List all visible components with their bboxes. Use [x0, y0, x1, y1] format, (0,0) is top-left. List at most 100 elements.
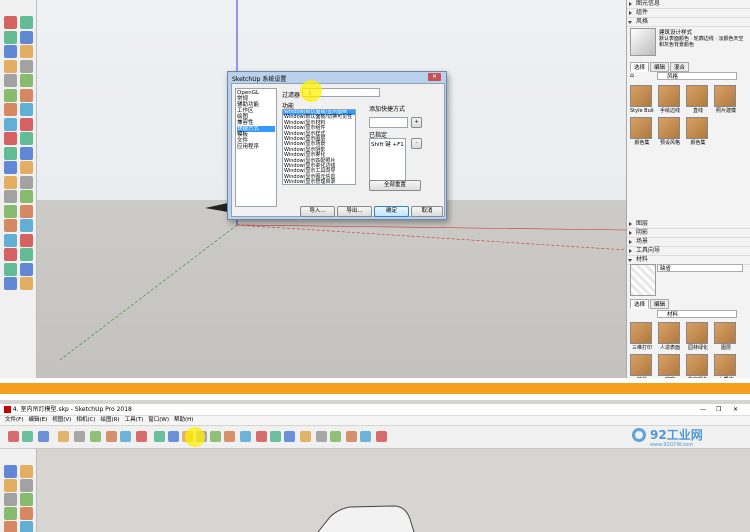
tool-icon[interactable]	[4, 74, 17, 87]
tray-row[interactable]: 阴影	[627, 229, 750, 238]
tray-row-components[interactable]: 组件	[627, 9, 750, 18]
export-button[interactable]: 导出...	[337, 206, 372, 217]
mat-tab-select[interactable]: 选择	[630, 299, 650, 309]
material-dropdown[interactable]: 材料	[657, 310, 737, 318]
tool-icon[interactable]	[20, 45, 33, 58]
tool-icon[interactable]	[20, 248, 33, 261]
tool-icon[interactable]	[4, 59, 17, 73]
grid-item[interactable]: Style Builder 竞赛获胜者	[630, 85, 654, 114]
tool-icon[interactable]	[4, 45, 17, 58]
tool-icon[interactable]	[4, 132, 17, 145]
grid-item[interactable]: 木质纹	[714, 354, 738, 378]
grid-item[interactable]: 园林绿化	[686, 322, 710, 351]
tray-row[interactable]: 场景	[627, 238, 750, 247]
tool-icon[interactable]	[20, 233, 33, 247]
cancel-button[interactable]: 取消	[411, 206, 443, 217]
home-icon[interactable]: ⌂	[630, 72, 634, 79]
tool-icon[interactable]	[20, 117, 33, 131]
tool-icon[interactable]	[4, 262, 17, 276]
ok-button[interactable]: 确定	[374, 206, 409, 217]
toolbar-icon[interactable]	[106, 431, 117, 442]
reset-all-button[interactable]: 全部重置	[369, 180, 421, 191]
toolbar-icon[interactable]	[256, 431, 267, 442]
function-item[interactable]: Window/显示管理目录	[283, 179, 355, 184]
tool-icon[interactable]	[20, 190, 33, 203]
menu-item[interactable]: 工具(T)	[125, 417, 144, 423]
tab-mix[interactable]: 混合	[670, 62, 690, 72]
toolbar-icon[interactable]	[58, 431, 69, 442]
menu-item[interactable]: 帮助(H)	[174, 417, 193, 423]
tool-icon[interactable]	[4, 103, 17, 116]
tool-icon[interactable]	[20, 204, 33, 218]
material-grid[interactable]: 三维打印 人造表面 园林绿化 图层地毯窗帘指定颜色木质纹	[630, 322, 748, 378]
grid-item[interactable]: 直线	[686, 85, 710, 114]
toolbar-icon[interactable]	[224, 431, 235, 442]
close-icon[interactable]: ✕	[733, 404, 738, 415]
menu-item[interactable]: 文件(F)	[5, 417, 23, 423]
toolbar-icon[interactable]	[154, 431, 165, 442]
menu-item[interactable]: 相机(C)	[76, 417, 95, 423]
tool-icon[interactable]	[20, 219, 33, 232]
tool-icon[interactable]	[20, 175, 33, 189]
toolbar-icon[interactable]	[270, 431, 281, 442]
toolbar-icon[interactable]	[346, 431, 357, 442]
grid-item[interactable]: 照片建模	[714, 85, 738, 114]
tool-icon[interactable]	[20, 74, 33, 87]
tool-icon[interactable]	[4, 219, 17, 232]
add-shortcut-button[interactable]: +	[411, 117, 422, 128]
toolbar-icon[interactable]	[210, 431, 221, 442]
tool-icon[interactable]	[20, 103, 33, 116]
toolbar-icon[interactable]	[90, 431, 101, 442]
grid-item[interactable]: 三维打印	[630, 322, 654, 351]
category-list[interactable]: OpenGL 常规 辅助功能 工作区 绘图 兼容性 快捷方式 模板 文件 应用程序	[235, 88, 277, 207]
grid-item[interactable]: 窗帘	[658, 354, 682, 378]
toolbar-icon[interactable]	[300, 431, 311, 442]
grid-item[interactable]: 颜色集	[630, 117, 654, 146]
tool-icon[interactable]	[20, 88, 33, 102]
tray-row[interactable]: 图层	[627, 220, 750, 229]
function-list[interactable]: Window/默认面板/显示面板 Window/默认面板/切换可见性 Window/…	[282, 109, 356, 185]
tool-icon[interactable]	[4, 88, 17, 102]
tool-icon[interactable]	[20, 59, 33, 73]
toolbar-icon[interactable]	[316, 431, 327, 442]
toolbar-icon[interactable]	[376, 431, 387, 442]
tool-icon[interactable]	[20, 262, 33, 276]
grid-item[interactable]: 地毯	[630, 354, 654, 378]
grid-item[interactable]: 手绘边线	[658, 85, 682, 114]
tool-icon[interactable]	[4, 277, 17, 290]
toolbar-icon[interactable]	[8, 431, 19, 442]
material-name-input[interactable]: 缺省	[657, 264, 743, 272]
style-grid[interactable]: Style Builder 竞赛获胜者手绘边线 直线 照片建模颜色集 预设风格 颜色集	[630, 85, 748, 149]
tab-edit[interactable]: 编辑	[650, 62, 670, 72]
style-tabs[interactable]: 选择 编辑 混合	[630, 62, 690, 72]
minimize-icon[interactable]: —	[700, 404, 706, 415]
style-dropdown[interactable]: 风格	[657, 72, 737, 80]
mat-tab-edit[interactable]: 编辑	[650, 299, 670, 309]
grid-item[interactable]: 预设风格	[658, 117, 682, 146]
import-button[interactable]: 导入...	[300, 206, 335, 217]
tool-icon[interactable]	[4, 190, 17, 203]
menu-item[interactable]: 绘图(R)	[100, 417, 119, 423]
toolbar-icon[interactable]	[22, 431, 33, 442]
tray-row[interactable]: 工具向导	[627, 247, 750, 256]
toolbar-icon[interactable]	[240, 431, 251, 442]
tool-icon[interactable]	[4, 204, 17, 218]
maximize-icon[interactable]: ❐	[716, 404, 721, 415]
add-shortcut-input[interactable]	[369, 117, 408, 128]
material-tabs[interactable]: 选择 编辑	[630, 299, 670, 309]
tab-select[interactable]: 选择	[630, 62, 650, 72]
tool-icon[interactable]	[4, 16, 17, 29]
toolbar-icon[interactable]	[284, 431, 295, 442]
toolbar-icon[interactable]	[136, 431, 147, 442]
toolbar-icon[interactable]	[330, 431, 341, 442]
assigned-list[interactable]: Shift 键 +F1	[369, 138, 406, 182]
menu-item[interactable]: 编辑(E)	[28, 417, 47, 423]
tool-icon[interactable]	[20, 30, 33, 44]
menu-item[interactable]: 视图(V)	[52, 417, 71, 423]
tray-row-entity-info[interactable]: 图元信息	[627, 0, 750, 9]
remove-shortcut-button[interactable]: -	[411, 138, 422, 149]
toolbar-icon[interactable]	[168, 431, 179, 442]
tool-icon[interactable]	[4, 117, 17, 131]
tool-icon[interactable]	[4, 233, 17, 247]
tool-icon[interactable]	[20, 277, 33, 290]
